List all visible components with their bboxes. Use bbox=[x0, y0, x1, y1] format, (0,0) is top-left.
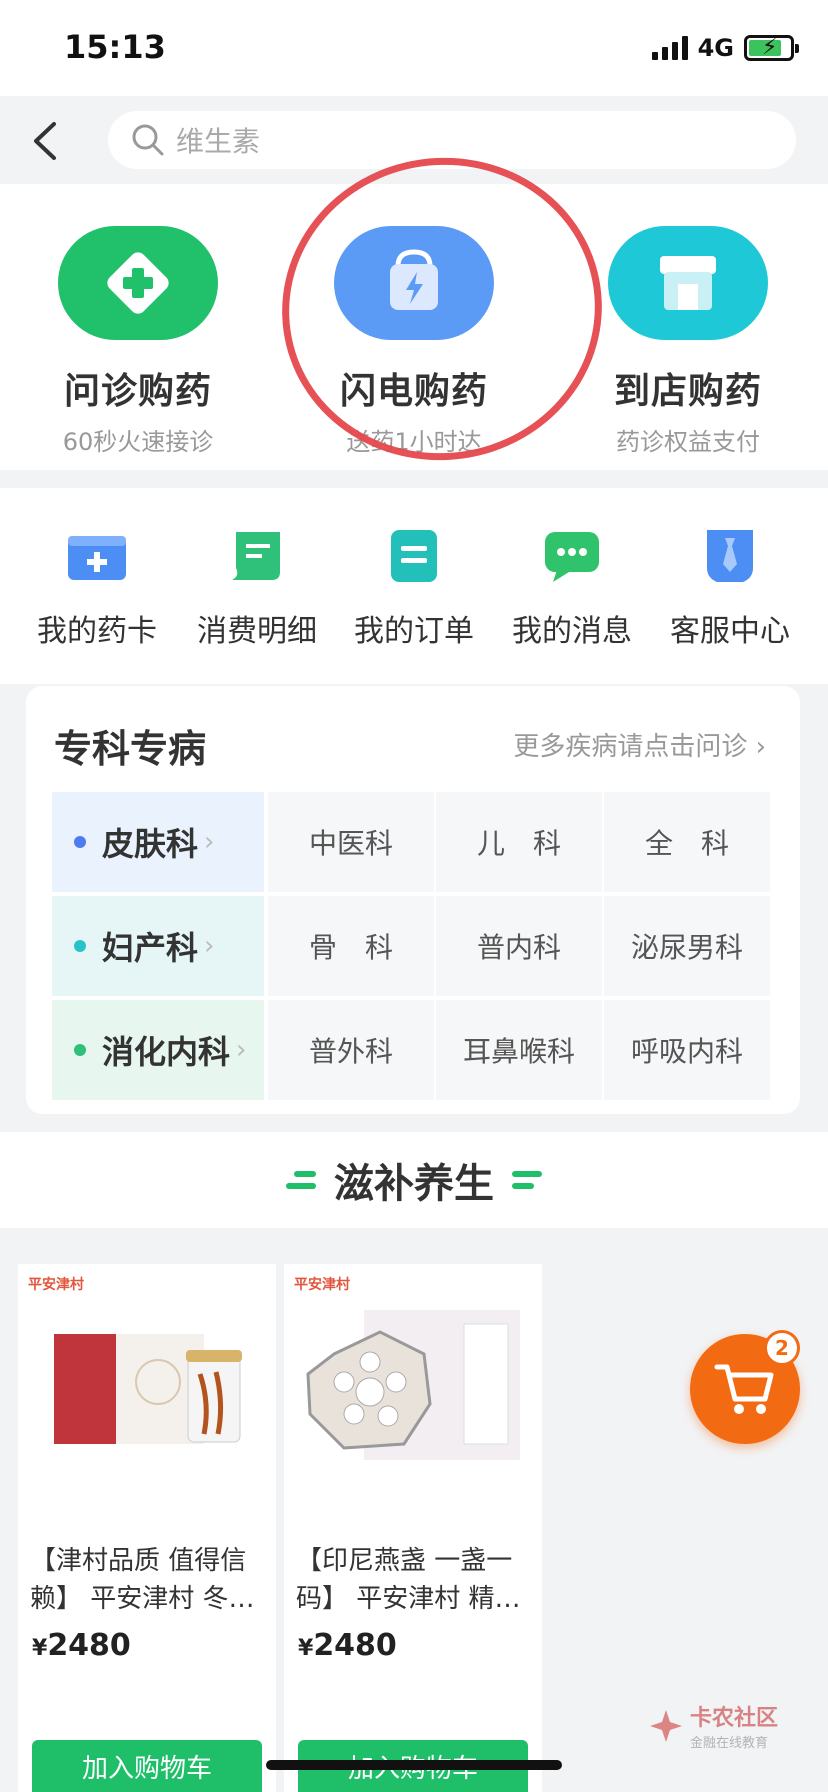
specialty-row: 皮肤科 › 中医科 儿 科 全 科 bbox=[52, 792, 774, 894]
section-deco-left-icon bbox=[286, 1171, 316, 1189]
service-store-buy[interactable]: 到店购药 药诊权益支付 bbox=[588, 226, 788, 457]
price-value: 2480 bbox=[47, 1628, 131, 1663]
specialty-row: 妇产科 › 骨 科 普内科 泌尿男科 bbox=[52, 896, 774, 998]
specialty-main-label: 皮肤科 bbox=[102, 825, 199, 863]
home-indicator[interactable] bbox=[266, 1760, 562, 1770]
specialty-cell[interactable]: 儿 科 bbox=[436, 792, 602, 892]
watermark: 卡农社区 金融在线教育 bbox=[648, 1700, 778, 1751]
specialty-cell[interactable]: 中医科 bbox=[268, 792, 434, 892]
product-price: ¥2480 bbox=[18, 1620, 276, 1663]
network-type: 4G bbox=[697, 34, 734, 62]
specialty-obstetrics[interactable]: 妇产科 › bbox=[52, 896, 264, 996]
signal-icon bbox=[651, 36, 688, 60]
specialty-cell[interactable]: 普外科 bbox=[268, 1000, 434, 1100]
battery-icon: ⚡ bbox=[744, 35, 799, 61]
service-title: 闪电购药 bbox=[339, 371, 488, 412]
quick-link-messages[interactable]: 我的消息 bbox=[497, 528, 647, 650]
product-price: ¥2480 bbox=[284, 1620, 542, 1663]
lightning-bag-icon bbox=[334, 226, 494, 340]
specialty-title: 专科专病 bbox=[54, 727, 207, 771]
dot-icon bbox=[74, 836, 86, 848]
specialty-row: 消化内科 › 普外科 耳鼻喉科 呼吸内科 bbox=[52, 1000, 774, 1102]
message-icon bbox=[545, 532, 599, 582]
search-placeholder: 维生素 bbox=[176, 125, 261, 158]
chevron-left-icon bbox=[34, 122, 56, 160]
service-flash-buy[interactable]: 闪电购药 送药1小时达 bbox=[314, 226, 514, 457]
quick-link-label: 我的药卡 bbox=[37, 614, 157, 649]
currency-symbol: ¥ bbox=[32, 1636, 48, 1661]
specialty-grid: 皮肤科 › 中医科 儿 科 全 科 妇产科 › 骨 科 普内科 泌尿男科 消化内… bbox=[52, 792, 774, 1104]
quick-link-label: 我的订单 bbox=[354, 614, 474, 649]
specialty-cell[interactable]: 泌尿男科 bbox=[604, 896, 770, 996]
section-title: 滋补养生 bbox=[334, 1161, 494, 1207]
service-tie-icon bbox=[707, 530, 753, 582]
specialty-more-link[interactable]: 更多疾病请点击问诊 › bbox=[513, 726, 766, 763]
quick-link-orders[interactable]: 我的订单 bbox=[339, 528, 489, 650]
quick-link-medicine-card[interactable]: 我的药卡 bbox=[22, 528, 172, 650]
service-subtitle: 60秒火速接诊 bbox=[62, 428, 214, 456]
specialty-more-label: 更多疾病请点击问诊 bbox=[513, 732, 748, 762]
specialty-cell[interactable]: 骨 科 bbox=[268, 896, 434, 996]
chevron-right-icon: › bbox=[204, 931, 215, 961]
product-image: 平安津村 bbox=[284, 1264, 542, 1528]
receipt-icon bbox=[232, 532, 280, 580]
service-entries: 问诊购药 60秒火速接诊 闪电购药 送药1小时达 到店购药 药诊权益支付 bbox=[0, 184, 828, 470]
specialty-cell[interactable]: 呼吸内科 bbox=[604, 1000, 770, 1100]
quick-link-label: 我的消息 bbox=[512, 614, 632, 649]
brand-logo: 平安津村 bbox=[28, 1277, 84, 1293]
status-indicators: 4G ⚡ bbox=[651, 34, 799, 62]
section-header: 滋补养生 bbox=[0, 1132, 828, 1228]
quick-link-label: 消费明细 bbox=[197, 614, 317, 649]
dot-icon bbox=[74, 1044, 86, 1056]
watermark-logo-icon bbox=[650, 1709, 682, 1742]
specialty-dermatology[interactable]: 皮肤科 › bbox=[52, 792, 264, 892]
search-input[interactable]: 维生素 bbox=[108, 111, 796, 169]
quick-link-label: 客服中心 bbox=[670, 614, 790, 649]
search-icon bbox=[132, 124, 164, 156]
dot-icon bbox=[74, 940, 86, 952]
price-value: 2480 bbox=[313, 1628, 397, 1663]
cart-button[interactable]: 2 bbox=[690, 1330, 800, 1444]
service-subtitle: 送药1小时达 bbox=[346, 428, 482, 456]
cart-count-badge: 2 bbox=[764, 1330, 800, 1366]
service-title: 到店购药 bbox=[613, 371, 762, 412]
back-button[interactable] bbox=[26, 118, 66, 164]
store-icon bbox=[608, 226, 768, 340]
service-title: 问诊购药 bbox=[63, 371, 212, 412]
status-bar: 15:13 4G ⚡ bbox=[0, 0, 828, 96]
watermark-title: 卡农社区 bbox=[690, 1706, 779, 1731]
product-card[interactable]: 平安津村 【津村品质 值得信赖】 平安津村 冬… ¥2480 加入购物车 bbox=[18, 1264, 276, 1792]
brand-logo: 平安津村 bbox=[294, 1277, 350, 1293]
order-icon bbox=[391, 530, 437, 582]
specialty-gastro[interactable]: 消化内科 › bbox=[52, 1000, 264, 1100]
specialty-main-label: 妇产科 bbox=[102, 929, 199, 967]
medical-cross-icon bbox=[58, 226, 218, 340]
specialty-card: 专科专病 更多疾病请点击问诊 › 皮肤科 › 中医科 儿 科 全 科 妇产科 ›… bbox=[26, 686, 800, 1114]
product-name: 【津村品质 值得信赖】 平安津村 冬… bbox=[30, 1546, 255, 1614]
quick-links: 我的药卡 消费明细 我的订单 我的消息 客服中心 bbox=[0, 488, 828, 684]
product-name: 【印尼燕盏 一盏一码】 平安津村 精… bbox=[296, 1546, 521, 1614]
specialty-cell[interactable]: 耳鼻喉科 bbox=[436, 1000, 602, 1100]
cart-icon bbox=[714, 1364, 774, 1414]
status-time: 15:13 bbox=[64, 28, 166, 66]
watermark-subtitle: 金融在线教育 bbox=[690, 1736, 769, 1751]
chevron-right-icon: › bbox=[204, 827, 215, 857]
product-card[interactable]: 平安津村 【印尼燕盏 一盏一码】 平安津村 精… ¥2480 加入购物车 bbox=[284, 1264, 542, 1792]
section-deco-right-icon bbox=[512, 1171, 542, 1189]
currency-symbol: ¥ bbox=[298, 1636, 314, 1661]
specialty-main-label: 消化内科 bbox=[102, 1033, 231, 1071]
search-header: 维生素 bbox=[0, 96, 828, 184]
service-subtitle: 药诊权益支付 bbox=[616, 428, 760, 456]
add-to-cart-button[interactable]: 加入购物车 bbox=[32, 1740, 262, 1792]
quick-link-customer-service[interactable]: 客服中心 bbox=[655, 528, 805, 650]
product-image: 平安津村 bbox=[18, 1264, 276, 1528]
specialty-cell[interactable]: 普内科 bbox=[436, 896, 602, 996]
quick-link-spending[interactable]: 消费明细 bbox=[182, 528, 332, 650]
medicine-card-icon bbox=[68, 536, 126, 580]
chevron-right-icon: › bbox=[236, 1035, 247, 1065]
chevron-right-icon: › bbox=[755, 732, 766, 762]
service-consult-buy[interactable]: 问诊购药 60秒火速接诊 bbox=[38, 226, 238, 457]
specialty-cell[interactable]: 全 科 bbox=[604, 792, 770, 892]
